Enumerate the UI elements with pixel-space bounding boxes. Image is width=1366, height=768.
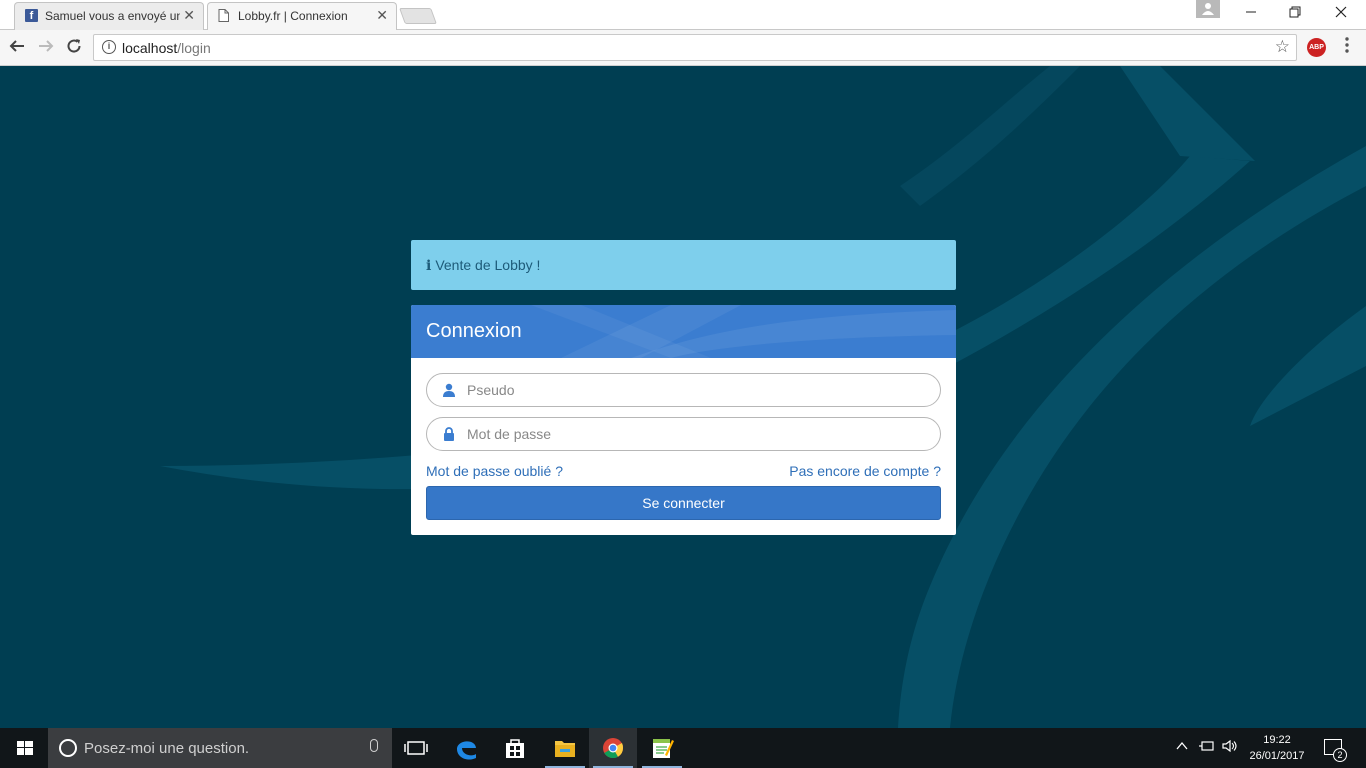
- url-text[interactable]: localhost/login: [122, 40, 211, 56]
- alert-text: Vente de Lobby !: [435, 257, 541, 273]
- windows-logo-icon: [17, 741, 33, 755]
- lock-icon: [444, 427, 454, 441]
- tab-facebook[interactable]: f Samuel vous a envoyé un ✕: [14, 2, 204, 30]
- cortana-icon: [59, 739, 77, 757]
- back-button[interactable]: [6, 37, 28, 59]
- close-icon[interactable]: ✕: [376, 7, 388, 24]
- task-view-icon: [404, 741, 428, 755]
- tab-title: Samuel vous a envoyé un: [45, 9, 180, 23]
- task-view-button[interactable]: [392, 728, 440, 768]
- reload-button[interactable]: [63, 37, 85, 59]
- new-tab-button[interactable]: [399, 8, 437, 24]
- login-title: Connexion: [426, 320, 522, 342]
- password-input[interactable]: [467, 424, 927, 444]
- user-icon: [1202, 3, 1214, 15]
- cortana-search-box[interactable]: Posez-moi une question.: [48, 728, 392, 768]
- restore-icon: [1289, 6, 1301, 18]
- microphone-icon[interactable]: [370, 739, 378, 752]
- minimize-icon: [1246, 11, 1256, 13]
- chrome-app[interactable]: [589, 728, 637, 768]
- more-vertical-icon: [1345, 37, 1349, 53]
- tab-title: Lobby.fr | Connexion: [238, 9, 348, 23]
- start-button[interactable]: [0, 728, 48, 768]
- login-panel: Connexion Mot de passe oublié ? Pas enco…: [411, 305, 956, 535]
- browser-toolbar: i localhost/login ☆ ABP: [0, 30, 1366, 66]
- chevron-up-icon: [1176, 741, 1188, 750]
- store-app[interactable]: [491, 728, 539, 768]
- address-bar[interactable]: i localhost/login ☆: [93, 34, 1297, 61]
- system-clock[interactable]: 19:22 26/01/2017: [1242, 732, 1312, 764]
- minimize-button[interactable]: [1228, 0, 1274, 28]
- file-explorer-icon: [555, 741, 575, 757]
- facebook-icon: f: [25, 9, 38, 22]
- edge-app[interactable]: [443, 728, 491, 768]
- register-link[interactable]: Pas encore de compte ?: [789, 463, 941, 479]
- page-icon: [218, 9, 231, 22]
- browser-menu-button[interactable]: [1340, 36, 1354, 54]
- forward-button[interactable]: [35, 37, 57, 59]
- bookmark-star-icon[interactable]: ☆: [1275, 37, 1290, 57]
- forward-arrow-icon: [39, 40, 54, 52]
- password-field[interactable]: [426, 417, 941, 451]
- battery-plug-icon: [1199, 741, 1214, 751]
- login-panel-header: Connexion: [411, 305, 956, 358]
- page-content: iVente de Lobby ! Connexion Mot de passe…: [0, 66, 1366, 728]
- reload-icon: [67, 39, 81, 53]
- username-field[interactable]: [426, 373, 941, 407]
- windows-taskbar: Posez-moi une question. 19:22 26/01/2017…: [0, 728, 1366, 768]
- close-window-button[interactable]: [1318, 0, 1364, 28]
- notepad-app-icon: [653, 739, 674, 758]
- url-path: /login: [177, 40, 211, 56]
- back-arrow-icon: [9, 40, 24, 52]
- clock-time: 19:22: [1263, 734, 1291, 746]
- edge-icon: [457, 741, 476, 760]
- browser-tab-strip: f Samuel vous a envoyé un ✕ Lobby.fr | C…: [0, 0, 1366, 30]
- user-profile-button[interactable]: [1196, 0, 1220, 18]
- restore-button[interactable]: [1272, 0, 1318, 28]
- notepad-app[interactable]: [638, 728, 686, 768]
- info-icon: i: [426, 258, 432, 274]
- user-icon: [443, 383, 455, 397]
- adblock-extension-button[interactable]: ABP: [1307, 38, 1326, 57]
- info-alert: i Vente de Lobby !: [411, 240, 956, 290]
- info-icon[interactable]: i: [102, 40, 116, 54]
- login-submit-button[interactable]: Se connecter: [426, 486, 941, 520]
- url-host: localhost: [122, 40, 178, 56]
- close-icon[interactable]: ✕: [183, 7, 195, 24]
- store-icon: [506, 739, 524, 758]
- volume-tray-button[interactable]: [1222, 739, 1238, 755]
- username-input[interactable]: [467, 380, 927, 400]
- close-icon: [1335, 6, 1347, 18]
- forgot-password-link[interactable]: Mot de passe oublié ?: [426, 463, 563, 479]
- search-placeholder: Posez-moi une question.: [84, 740, 250, 757]
- clock-date: 26/01/2017: [1249, 750, 1305, 762]
- show-hidden-icons-button[interactable]: [1176, 740, 1188, 755]
- file-explorer-app[interactable]: [541, 728, 589, 768]
- tab-lobby-connexion[interactable]: Lobby.fr | Connexion ✕: [207, 2, 397, 30]
- speaker-icon: [1222, 739, 1237, 753]
- power-tray-button[interactable]: [1199, 740, 1215, 755]
- notification-count-badge: 2: [1333, 748, 1347, 762]
- chrome-icon: [603, 738, 624, 759]
